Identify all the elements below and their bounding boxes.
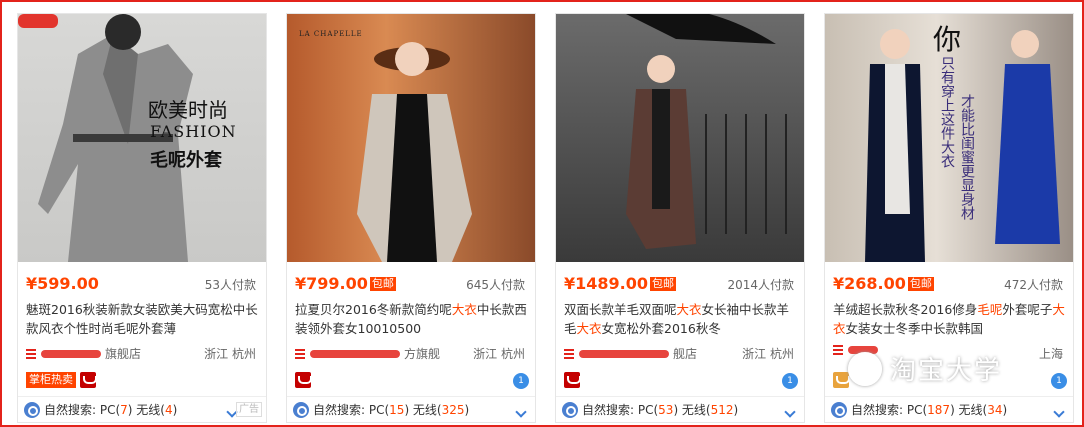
tmall-icon[interactable]: [833, 372, 850, 388]
location: 浙江 杭州: [204, 347, 256, 361]
paid-count: 645人付款: [466, 278, 525, 292]
store-icon: [295, 348, 305, 359]
product-card-1[interactable]: 欧美时尚 FASHION 毛呢外套 ¥599.00 53人付款 魅斑2016秋装…: [17, 13, 267, 423]
redacted-shop-name: [579, 349, 669, 358]
product-title[interactable]: 双面长款羊毛双面呢大衣女长袖中长款羊毛大衣女宽松外套2016秋冬: [564, 300, 800, 338]
tmall-icon[interactable]: [564, 372, 581, 388]
coat-illustration: [626, 14, 787, 249]
watermark: 淘宝大学: [848, 350, 1002, 387]
search-source-icon: [293, 401, 309, 418]
image-caption-3: 毛呢外套: [150, 150, 222, 171]
free-shipping-badge: 包邮: [369, 277, 396, 291]
product-image[interactable]: 你 只有穿上这件大衣 才能比闺蜜更显身材: [825, 14, 1073, 262]
badges: 掌柜热卖: [26, 371, 97, 389]
price: ¥268.00 包邮: [833, 274, 934, 293]
image-caption-2: 只有穿上这件大衣: [939, 56, 955, 168]
search-source-icon: [562, 401, 578, 418]
store-icon: [564, 348, 574, 359]
price: ¥1489.00 包邮: [564, 274, 677, 293]
water-drop-icon[interactable]: 1: [513, 373, 529, 389]
ad-label: 广告: [236, 402, 262, 417]
image-caption-3: 才能比闺蜜更显身材: [959, 94, 975, 220]
price: ¥799.00 包邮: [295, 274, 396, 293]
price: ¥599.00: [26, 274, 99, 293]
product-title[interactable]: 魅斑2016秋装新款女装欧美大码宽松中长款风衣个性时尚毛呢外套薄: [26, 300, 262, 338]
store-icon: [26, 348, 36, 359]
location: 上海: [1038, 347, 1063, 361]
product-card-2[interactable]: LA CHAPELLE ¥799.00 包邮 645人付款 拉夏贝尔2016冬新款…: [286, 13, 536, 423]
water-drop-icon[interactable]: 1: [1051, 373, 1067, 389]
free-shipping-badge: 包邮: [650, 277, 677, 291]
search-stats: 自然搜索: PC(15) 无线(325): [287, 396, 535, 422]
free-shipping-badge: 包邮: [907, 277, 934, 291]
tmall-icon[interactable]: [80, 372, 97, 388]
redacted-shop-name: [41, 349, 101, 358]
product-image[interactable]: [556, 14, 804, 262]
shop-link[interactable]: 舰店: [564, 345, 697, 362]
product-image[interactable]: 欧美时尚 FASHION 毛呢外套: [18, 14, 266, 262]
product-title[interactable]: 拉夏贝尔2016冬新款简约呢大衣中长款西装领外套女10010500: [295, 300, 531, 338]
coat-illustration: [357, 42, 472, 262]
redacted-shop-name: [310, 349, 400, 358]
badges: [833, 371, 850, 389]
search-source-icon: [24, 401, 40, 418]
image-caption-2: FASHION: [150, 122, 237, 141]
water-drop-icon[interactable]: 1: [782, 373, 798, 389]
product-title[interactable]: 羊绒超长款秋冬2016修身毛呢外套呢子大衣女装女士冬季中长款韩国: [833, 300, 1069, 338]
image-caption-1: 欧美时尚: [148, 98, 228, 122]
paid-count: 2014人付款: [727, 278, 794, 292]
watermark-logo-icon: [848, 351, 882, 386]
badges: [564, 371, 581, 389]
search-stats: 自然搜索: PC(53) 无线(512): [556, 396, 804, 422]
shop-link[interactable]: 旗舰店: [26, 345, 141, 362]
product-image[interactable]: LA CHAPELLE: [287, 14, 535, 262]
search-source-icon: [831, 401, 847, 418]
image-caption-1: 你: [933, 23, 962, 56]
hot-sale-badge[interactable]: 掌柜热卖: [26, 372, 76, 388]
tmall-icon[interactable]: [295, 372, 312, 388]
brand-logo: LA CHAPELLE: [299, 30, 363, 38]
location: 浙江 杭州: [742, 347, 794, 361]
paid-count: 472人付款: [1004, 278, 1063, 292]
location: 浙江 杭州: [473, 347, 525, 361]
store-icon: [833, 345, 843, 355]
search-stats: 自然搜索: PC(187) 无线(34): [825, 396, 1073, 422]
paid-count: 53人付款: [204, 278, 256, 292]
shop-link[interactable]: 方旗舰: [295, 345, 440, 362]
badges: [295, 371, 312, 389]
product-card-3[interactable]: ¥1489.00 包邮 2014人付款 双面长款羊毛双面呢大衣女长袖中长款羊毛大衣…: [555, 13, 805, 423]
